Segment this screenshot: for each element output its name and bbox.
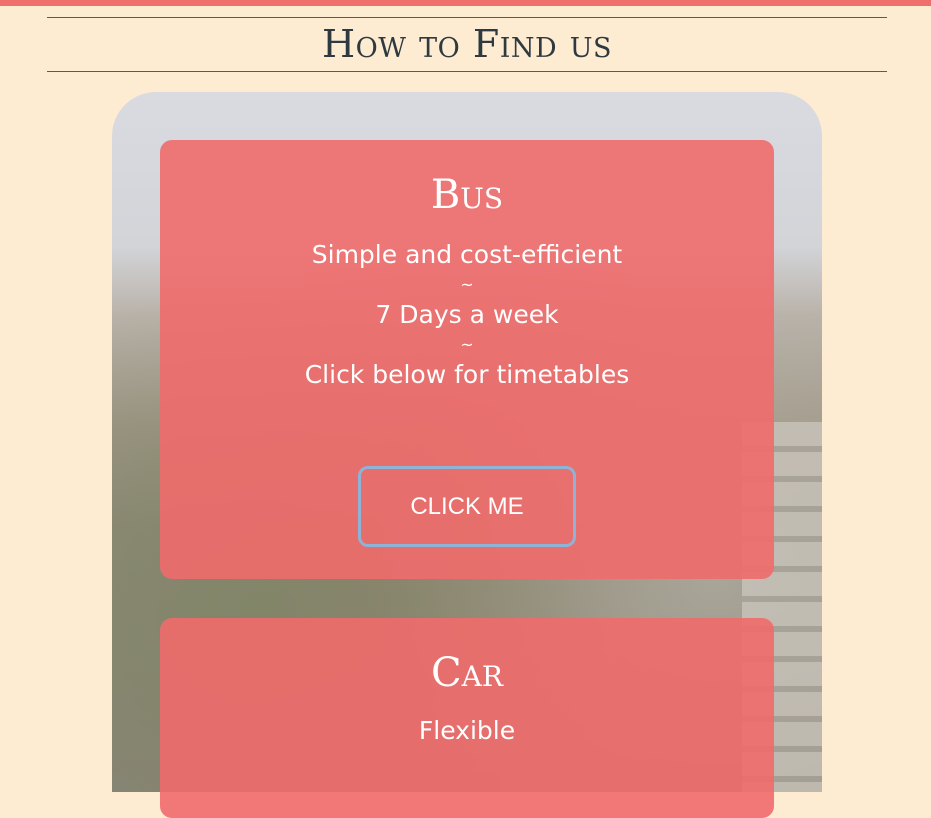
car-card-title: Car <box>431 650 503 696</box>
car-card-description: Flexible <box>160 716 774 746</box>
bus-timetable-button[interactable]: CLICK ME <box>358 466 576 547</box>
top-accent-bar <box>0 0 931 6</box>
bus-card-description: Simple and cost-efficient ~ 7 Days a wee… <box>160 240 774 390</box>
bus-line-1: Simple and cost-efficient <box>311 240 623 269</box>
bus-line-3: Click below for timetables <box>304 360 630 389</box>
bus-line-2: 7 Days a week <box>375 300 559 329</box>
page-title: How to Find us <box>322 22 612 66</box>
section-heading-container: How to Find us <box>47 17 887 72</box>
bus-separator-1: ~ <box>460 275 474 294</box>
bus-separator-2: ~ <box>460 335 474 354</box>
car-line-1: Flexible <box>418 716 516 745</box>
bus-card-title: Bus <box>430 172 504 218</box>
bus-card: Bus Simple and cost-efficient ~ 7 Days a… <box>160 140 774 579</box>
car-card: Car Flexible <box>160 618 774 818</box>
